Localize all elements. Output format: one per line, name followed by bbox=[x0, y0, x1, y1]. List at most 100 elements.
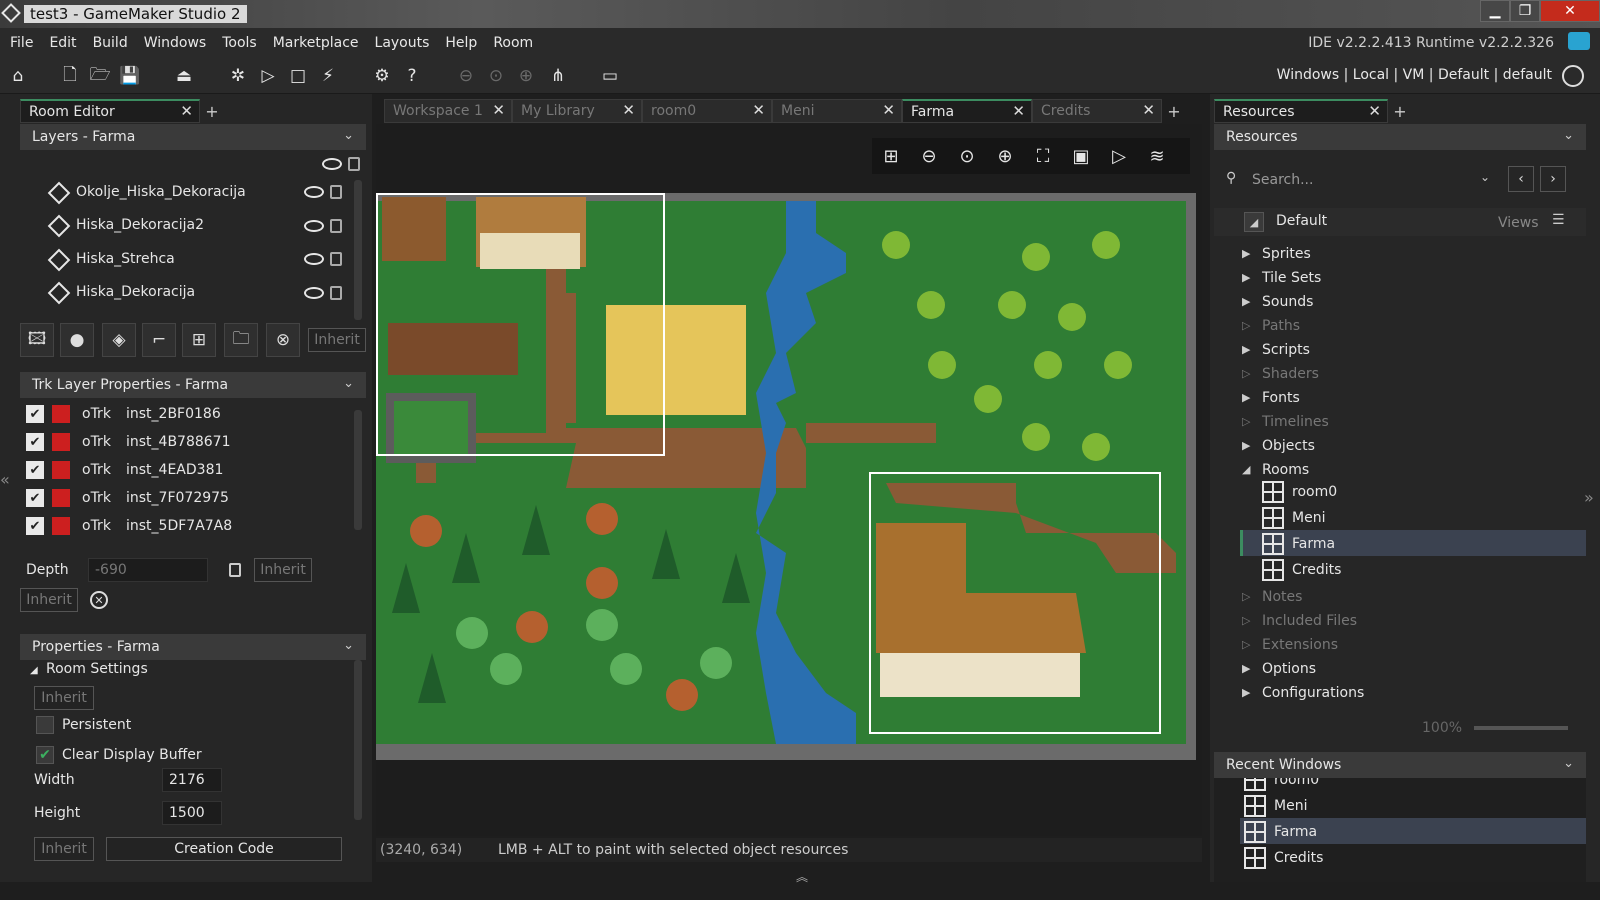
zoom-in-icon[interactable]: ⊕ bbox=[514, 64, 538, 88]
instance-row[interactable]: ✔ oTrk inst_4B788671 bbox=[26, 428, 231, 456]
trk-header[interactable]: Trk Layer Properties - Farma ⌄ bbox=[20, 372, 366, 398]
depth-field[interactable]: -690 bbox=[88, 558, 208, 582]
tab-farma[interactable]: Farma ✕ bbox=[902, 99, 1032, 123]
target-icon[interactable] bbox=[1562, 65, 1584, 87]
layers-inherit-button[interactable]: Inherit bbox=[308, 328, 366, 352]
tree-sounds[interactable]: Sounds bbox=[1262, 290, 1313, 314]
search-dropdown-icon[interactable]: ⌄ bbox=[1480, 170, 1490, 184]
close-tab-icon[interactable]: ✕ bbox=[882, 101, 895, 119]
open-project-icon[interactable]: 🗁 bbox=[88, 64, 112, 88]
add-tab-button[interactable]: + bbox=[1388, 99, 1412, 123]
layers-scrollbar[interactable] bbox=[354, 180, 362, 320]
layer-item[interactable]: Hiska_Strehca bbox=[48, 244, 175, 274]
close-tab-icon[interactable]: ✕ bbox=[1142, 101, 1155, 119]
lock-icon[interactable] bbox=[348, 157, 360, 171]
layer-item[interactable]: Okolje_Hiska_Dekoracija bbox=[48, 177, 246, 207]
tree-rooms[interactable]: Rooms bbox=[1262, 458, 1309, 482]
add-tab-button[interactable]: + bbox=[200, 99, 224, 123]
menu-windows[interactable]: Windows bbox=[136, 35, 215, 51]
expanded-triangle-icon[interactable]: ◢ bbox=[1242, 463, 1250, 476]
path-layer-icon[interactable]: ⌐ bbox=[142, 323, 176, 357]
help-icon[interactable]: ? bbox=[400, 64, 424, 88]
checkbox[interactable]: ✔ bbox=[26, 517, 44, 535]
expand-up-icon[interactable]: ︽ bbox=[796, 868, 808, 885]
collapse-right-icon[interactable]: » bbox=[1584, 488, 1594, 507]
room-inherit-button[interactable]: Inherit bbox=[34, 686, 94, 710]
expand-triangle-icon[interactable]: ▶ bbox=[1242, 439, 1250, 452]
expand-triangle-icon[interactable]: ▷ bbox=[1242, 638, 1250, 651]
instance-row[interactable]: ✔ oTrk inst_5DF7A7A8 bbox=[26, 512, 232, 540]
frame-icon[interactable]: ▣ bbox=[1062, 141, 1100, 171]
eye-icon[interactable] bbox=[304, 253, 324, 265]
recent-item-room0[interactable]: room0 bbox=[1244, 778, 1319, 792]
lock-icon[interactable] bbox=[330, 252, 342, 266]
menu-build[interactable]: Build bbox=[85, 35, 136, 51]
collapse-triangle-icon[interactable]: ◢ bbox=[30, 665, 38, 676]
recent-item-farma[interactable]: Farma bbox=[1244, 820, 1317, 844]
save-icon[interactable]: 💾 bbox=[118, 64, 142, 88]
clear-display-checkbox[interactable]: ✔ bbox=[36, 746, 54, 764]
tab-room-editor[interactable]: Room Editor ✕ bbox=[20, 99, 200, 123]
expand-triangle-icon[interactable]: ▶ bbox=[1242, 343, 1250, 356]
tab-my-library[interactable]: My Library ✕ bbox=[512, 99, 642, 123]
tree-sprites[interactable]: Sprites bbox=[1262, 242, 1311, 266]
menu-icon[interactable]: ☰ bbox=[1552, 212, 1565, 228]
clear-icon[interactable]: ✕ bbox=[90, 591, 108, 609]
tile-layer-icon[interactable]: ◈ bbox=[102, 323, 136, 357]
eye-icon[interactable] bbox=[322, 158, 342, 170]
play-icon[interactable]: ▷ bbox=[1100, 141, 1138, 171]
zoom-slider[interactable] bbox=[1474, 726, 1568, 730]
menu-layouts[interactable]: Layouts bbox=[367, 35, 438, 51]
lock-icon[interactable] bbox=[229, 563, 241, 577]
back-button[interactable]: ‹ bbox=[1508, 166, 1534, 192]
close-tab-icon[interactable]: ✕ bbox=[1368, 102, 1381, 120]
close-tab-icon[interactable]: ✕ bbox=[492, 101, 505, 119]
checkbox[interactable]: ✔ bbox=[26, 489, 44, 507]
close-tab-icon[interactable]: ✕ bbox=[1012, 102, 1025, 120]
tree-timelines[interactable]: Timelines bbox=[1262, 410, 1329, 434]
tree-included-files[interactable]: Included Files bbox=[1262, 609, 1357, 633]
monitor-icon[interactable]: ▭ bbox=[598, 64, 622, 88]
expand-triangle-icon[interactable]: ▷ bbox=[1242, 319, 1250, 332]
tree-scripts[interactable]: Scripts bbox=[1262, 338, 1310, 362]
layers-toggle-icon[interactable]: ≋ bbox=[1138, 141, 1176, 171]
menu-file[interactable]: File bbox=[2, 35, 41, 51]
menu-help[interactable]: Help bbox=[437, 35, 485, 51]
clean-icon[interactable]: ⚡ bbox=[316, 64, 340, 88]
fit-view-icon[interactable]: ⛶ bbox=[1024, 141, 1062, 171]
add-tab-button[interactable]: + bbox=[1162, 99, 1186, 123]
grid-icon[interactable]: ⊞ bbox=[872, 141, 910, 171]
eye-icon[interactable] bbox=[304, 220, 324, 232]
instance-layer-icon[interactable]: ● bbox=[60, 323, 94, 357]
menu-edit[interactable]: Edit bbox=[41, 35, 84, 51]
default-view-icon[interactable]: ◢ bbox=[1244, 212, 1264, 232]
asset-layer-icon[interactable]: ⊞ bbox=[182, 323, 216, 357]
zoom-in-icon[interactable]: ⊕ bbox=[986, 141, 1024, 171]
instance-row[interactable]: ✔ oTrk inst_7F072975 bbox=[26, 484, 229, 512]
lock-icon[interactable] bbox=[330, 286, 342, 300]
room-item-room0[interactable]: room0 bbox=[1262, 480, 1337, 504]
delete-layer-icon[interactable]: ⊗ bbox=[266, 323, 300, 357]
tree-objects[interactable]: Objects bbox=[1262, 434, 1315, 458]
expand-triangle-icon[interactable]: ▷ bbox=[1242, 590, 1250, 603]
search-input[interactable]: Search... bbox=[1246, 166, 1472, 194]
background-layer-icon[interactable]: 🖾 bbox=[20, 323, 54, 357]
forward-button[interactable]: › bbox=[1540, 166, 1566, 192]
layer-folder-icon[interactable]: 🗀 bbox=[224, 323, 258, 357]
room-map[interactable] bbox=[376, 193, 1196, 760]
tree-tile-sets[interactable]: Tile Sets bbox=[1262, 266, 1321, 290]
height-field[interactable]: 1500 bbox=[162, 801, 222, 825]
new-project-icon[interactable]: 🗋 bbox=[58, 64, 82, 88]
home-icon[interactable]: ⌂ bbox=[6, 64, 30, 88]
expand-triangle-icon[interactable]: ▶ bbox=[1242, 391, 1250, 404]
instance-row[interactable]: ✔ oTrk inst_4EAD381 bbox=[26, 456, 223, 484]
layer-item[interactable]: Hiska_Dekoracija2 bbox=[48, 210, 204, 240]
layers-header[interactable]: Layers - Farma ⌄ bbox=[20, 124, 366, 150]
tab-workspace-1[interactable]: Workspace 1 ✕ bbox=[384, 99, 512, 123]
layer-item[interactable]: Hiska_Dekoracija bbox=[48, 277, 195, 307]
expand-triangle-icon[interactable]: ▶ bbox=[1242, 686, 1250, 699]
tree-extensions[interactable]: Extensions bbox=[1262, 633, 1338, 657]
room-item-credits[interactable]: Credits bbox=[1262, 558, 1341, 582]
lock-icon[interactable] bbox=[330, 219, 342, 233]
expand-triangle-icon[interactable]: ▶ bbox=[1242, 662, 1250, 675]
